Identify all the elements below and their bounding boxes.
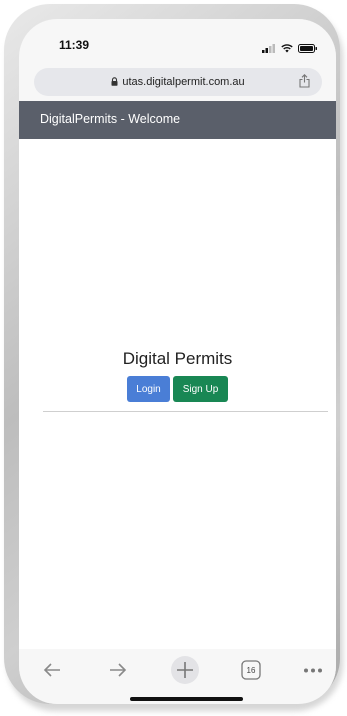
more-icon[interactable] (302, 659, 324, 681)
tab-count: 16 (246, 665, 256, 675)
divider (43, 411, 328, 412)
login-button[interactable]: Login (127, 376, 170, 402)
page-content: Digital Permits Login Sign Up (19, 139, 336, 649)
phone-frame: 11:39 utas.digitalpermit.com.au DigitalP… (4, 4, 340, 704)
share-icon[interactable] (299, 74, 310, 93)
signal-icon (262, 40, 276, 58)
address-bar[interactable]: utas.digitalpermit.com.au (34, 68, 322, 96)
lock-icon (111, 73, 118, 91)
url-text: utas.digitalpermit.com.au (122, 76, 245, 88)
forward-arrow-icon[interactable] (107, 659, 129, 681)
app-header-title[interactable]: DigitalPermits - Welcome (40, 112, 180, 126)
status-time: 11:39 (59, 38, 90, 52)
new-tab-plus-icon[interactable] (170, 655, 200, 685)
signup-button[interactable]: Sign Up (173, 376, 228, 402)
app-header: DigitalPermits - Welcome (19, 101, 336, 139)
status-icons (262, 40, 318, 58)
browser-toolbar: 16 (19, 649, 336, 704)
page-title: Digital Permits (122, 349, 233, 368)
back-arrow-icon[interactable] (41, 659, 63, 681)
status-bar: 11:39 (19, 19, 336, 65)
tabs-icon[interactable]: 16 (241, 660, 261, 680)
phone-screen: 11:39 utas.digitalpermit.com.au DigitalP… (19, 19, 336, 704)
auth-buttons: Login Sign Up (19, 376, 336, 402)
browser-address-area: utas.digitalpermit.com.au (19, 65, 336, 101)
wifi-icon (281, 40, 293, 58)
battery-icon (298, 40, 318, 58)
home-indicator[interactable] (130, 697, 243, 701)
